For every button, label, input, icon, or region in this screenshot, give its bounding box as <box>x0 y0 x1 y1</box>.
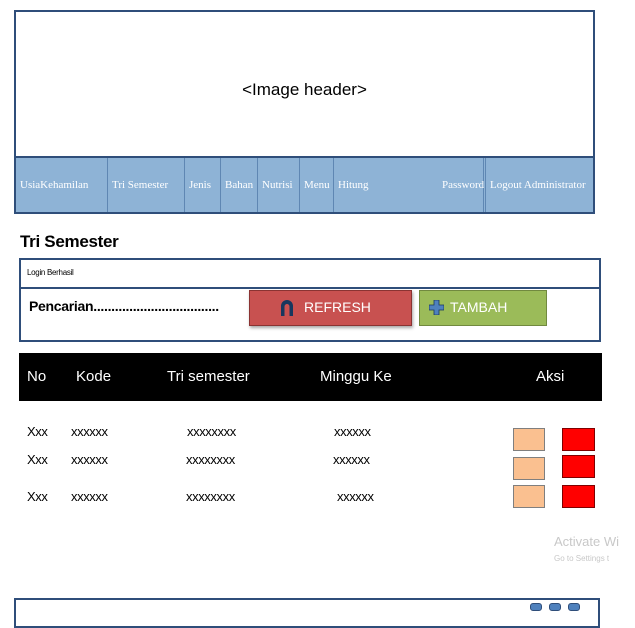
plus-icon <box>429 300 444 315</box>
edit-button[interactable] <box>513 428 545 451</box>
cell-kode: xxxxxx <box>71 452 108 467</box>
tambah-button[interactable]: TAMBAH <box>419 290 547 326</box>
nav-item-label: Bahan <box>225 179 254 191</box>
nav-item-jenis[interactable]: Jenis <box>185 158 221 212</box>
cell-tri-semester: xxxxxxxx <box>186 489 235 504</box>
header-image-placeholder: <Image header> <box>242 80 367 99</box>
tambah-label: TAMBAH <box>450 299 508 315</box>
edit-button[interactable] <box>513 457 545 480</box>
table-header: No Kode Tri semester Minggu Ke Aksi <box>19 353 602 401</box>
cell-minggu-ke: xxxxxx <box>337 489 374 504</box>
nav-item-tri-semester[interactable]: Tri Semester <box>108 158 185 212</box>
column-header-no: No <box>27 368 47 385</box>
column-header-kode: Kode <box>76 368 112 385</box>
nav-item-label: Nutrisi <box>262 179 293 191</box>
cell-tri-semester: xxxxxxxx <box>186 452 235 467</box>
watermark-subtitle: Go to Settings t <box>554 554 610 563</box>
nav-item-label: UsiaKehamilan <box>20 179 89 191</box>
panel-divider <box>21 287 599 289</box>
delete-button[interactable] <box>562 485 595 508</box>
arch-icon <box>281 300 293 316</box>
refresh-label: REFRESH <box>304 299 371 315</box>
delete-button[interactable] <box>562 455 595 478</box>
nav-item-password[interactable]: Password <box>438 158 486 212</box>
nav-item-label: Menu <box>304 179 330 191</box>
column-header-tri-semester: Tri semester <box>167 368 250 385</box>
watermark-title: Activate Wi <box>554 534 620 549</box>
column-header-aksi: Aksi <box>536 368 565 385</box>
nav-item-bahan[interactable]: Bahan <box>221 158 258 212</box>
window-dot[interactable] <box>549 603 561 611</box>
nav-bar: UsiaKehamilan Tri Semester Jenis Bahan N… <box>16 156 593 212</box>
search-input[interactable]: Pencarian...............................… <box>29 298 219 314</box>
cell-no: Xxx <box>27 424 48 439</box>
column-header-minggu-ke: Minggu Ke <box>320 368 392 385</box>
login-status-text: Login Berhasil <box>27 268 74 277</box>
nav-item-logout[interactable]: Logout Administrator <box>486 158 593 212</box>
nav-item-label: Password <box>442 179 485 191</box>
footer-panel <box>14 598 600 628</box>
cell-tri-semester: xxxxxxxx <box>187 424 236 439</box>
cell-no: Xxx <box>27 489 48 504</box>
cell-minggu-ke: xxxxxx <box>333 452 370 467</box>
nav-item-label: Hitung <box>338 179 369 191</box>
cell-minggu-ke: xxxxxx <box>334 424 371 439</box>
header-frame: <Image header> UsiaKehamilan Tri Semeste… <box>14 10 595 214</box>
cell-kode: xxxxxx <box>71 489 108 504</box>
nav-item-label: Jenis <box>189 179 211 191</box>
cell-kode: xxxxxx <box>71 424 108 439</box>
cell-no: Xxx <box>27 452 48 467</box>
window-dot[interactable] <box>568 603 580 611</box>
window-dot[interactable] <box>530 603 542 611</box>
nav-item-label: Logout Administrator <box>490 179 586 191</box>
nav-item-menu[interactable]: Menu <box>300 158 334 212</box>
refresh-button[interactable]: REFRESH <box>249 290 412 326</box>
nav-item-usiakehamilan[interactable]: UsiaKehamilan <box>16 158 108 212</box>
nav-item-nutrisi[interactable]: Nutrisi <box>258 158 300 212</box>
page-title: Tri Semester <box>20 232 119 251</box>
delete-button[interactable] <box>562 428 595 451</box>
nav-item-label: Tri Semester <box>112 179 169 191</box>
search-panel: Login Berhasil Pencarian................… <box>19 258 601 342</box>
edit-button[interactable] <box>513 485 545 508</box>
